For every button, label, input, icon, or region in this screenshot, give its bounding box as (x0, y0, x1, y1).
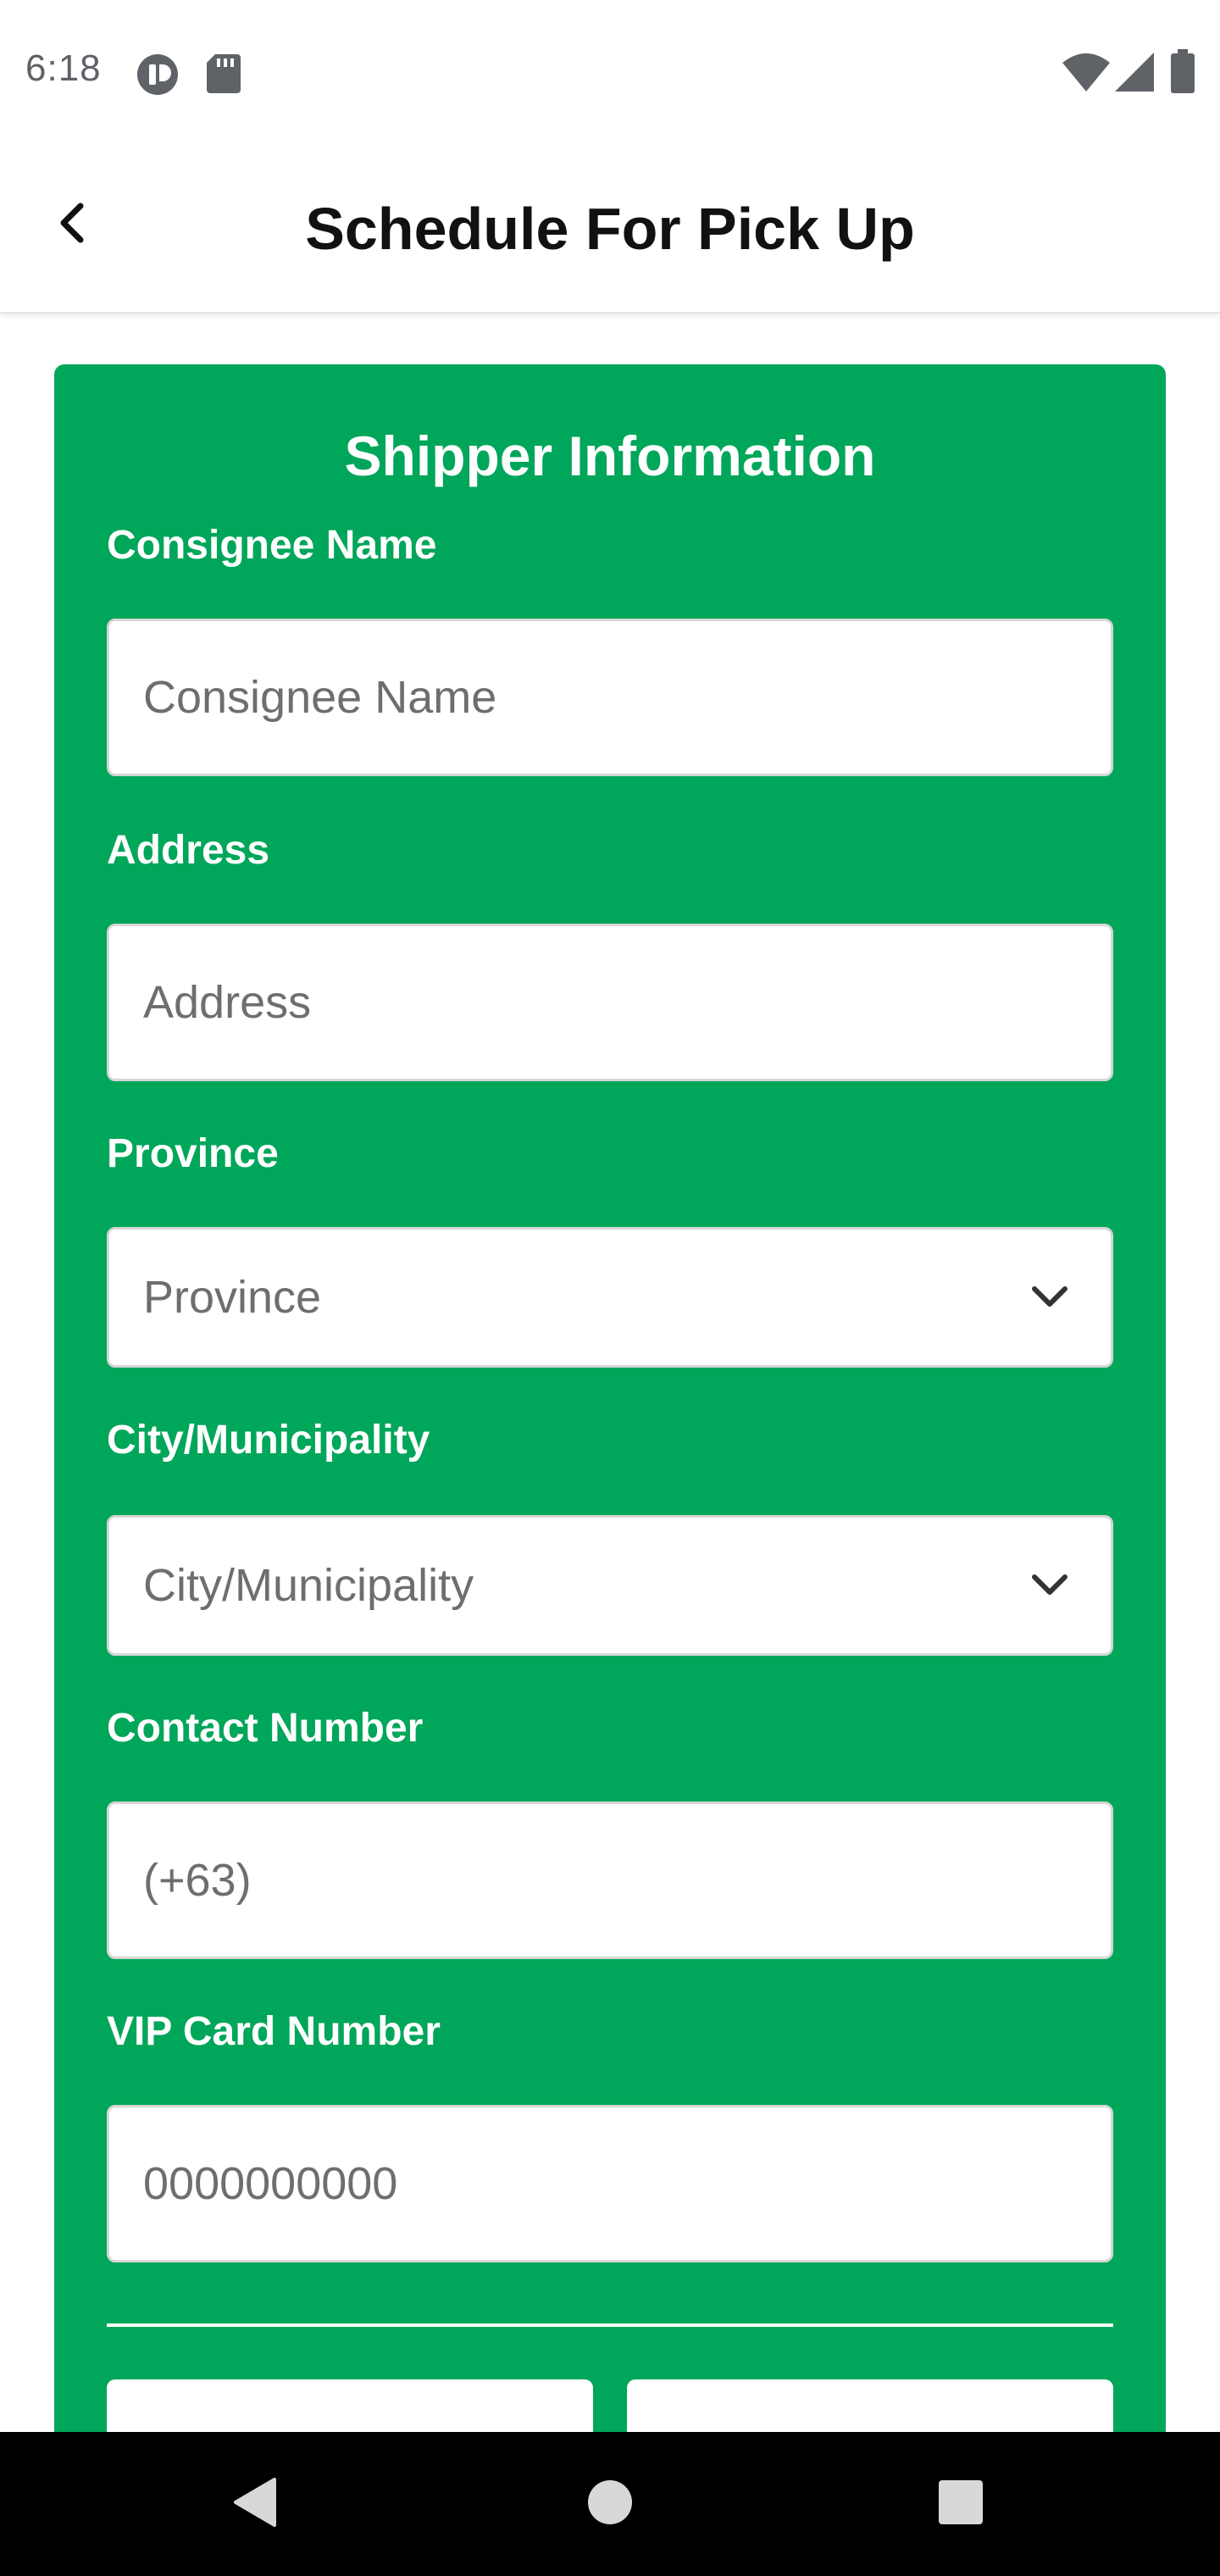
province-label: Province (107, 1131, 279, 1176)
app-bar: Schedule For Pick Up (0, 146, 1220, 314)
cell-signal-icon (1115, 53, 1154, 96)
contact-number-label: Contact Number (107, 1706, 424, 1751)
province-selected-value: Province (143, 1272, 322, 1323)
chevron-down-icon (1031, 1279, 1068, 1316)
nav-back-button[interactable] (186, 2432, 322, 2576)
vip-card-number-input[interactable] (143, 2107, 1024, 2260)
consignee-name-field[interactable] (107, 619, 1113, 776)
vip-card-number-field[interactable] (107, 2105, 1113, 2262)
city-selected-value: City/Municipality (143, 1560, 474, 1611)
page-title: Schedule For Pick Up (305, 196, 915, 262)
app-notification-icon (136, 53, 180, 101)
contact-number-field[interactable] (107, 1802, 1113, 1959)
consignee-name-input[interactable] (143, 621, 1024, 774)
wifi-icon (1062, 53, 1110, 96)
nav-recents-button[interactable] (893, 2432, 1029, 2576)
chevron-down-icon (1031, 1567, 1068, 1604)
back-arrow-icon (55, 203, 89, 247)
nav-home-button[interactable] (542, 2432, 678, 2576)
status-bar: 6:18 (0, 0, 1220, 146)
back-button[interactable] (34, 186, 110, 263)
section-divider (107, 2323, 1113, 2327)
card-title: Shipper Information (344, 425, 876, 487)
nav-recents-icon (937, 2479, 984, 2530)
consignee-name-label: Consignee Name (107, 523, 437, 568)
address-field[interactable] (107, 924, 1113, 1081)
address-label: Address (107, 828, 270, 873)
vip-card-number-label: VIP Card Number (107, 2009, 441, 2054)
sd-card-icon (207, 54, 241, 97)
address-input[interactable] (143, 926, 1024, 1079)
city-label: City/Municipality (107, 1418, 430, 1463)
contact-number-input[interactable] (143, 1804, 1024, 1957)
province-select[interactable]: Province (107, 1227, 1113, 1368)
system-nav-bar (0, 2432, 1220, 2576)
shipper-information-card: Shipper Information Consignee Name Addre… (54, 364, 1166, 2481)
nav-back-icon (230, 2476, 278, 2533)
battery-icon (1171, 49, 1195, 97)
nav-home-icon (586, 2479, 634, 2530)
status-time: 6:18 (25, 47, 102, 89)
city-select[interactable]: City/Municipality (107, 1515, 1113, 1656)
